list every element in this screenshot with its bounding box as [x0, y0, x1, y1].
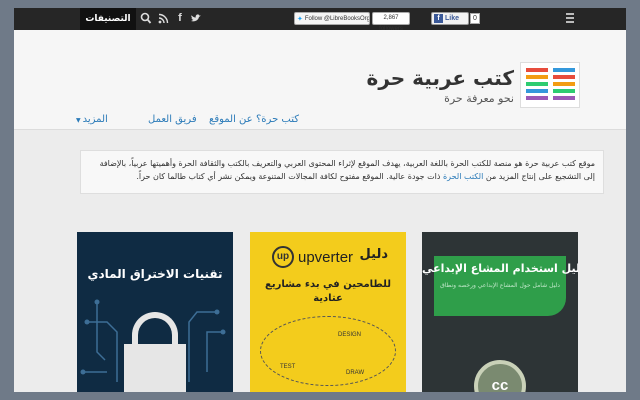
guide-label: دليل — [359, 247, 388, 262]
facebook-like-count: 0 — [470, 13, 480, 24]
twitter-bird-icon: ✦ — [297, 15, 303, 23]
site-header: كتب عربية حرة نحو معرفة حرة كتب حرة؟ عن … — [14, 30, 626, 130]
menu-icon[interactable] — [566, 13, 574, 24]
book-subtitle: دليل شامل حول المشاع الإبداعي ورخصه ونطا… — [440, 282, 560, 289]
browser-viewport: التصنيفات f ✦ Follow @LibreBooksOrg 2,86… — [14, 8, 626, 392]
nav-item-about[interactable]: عن الموقع — [209, 114, 253, 125]
intro-text-end: ذات جودة عالية. الموقع مفتوح لكافة المجا… — [136, 172, 443, 181]
process-sketch — [260, 316, 396, 386]
book-card-physical-hacking[interactable]: تقنيات الاختراق المادي — [77, 232, 233, 392]
twitter-follower-count: 2,867 followers — [372, 12, 410, 32]
free-books-link[interactable]: الكتب الحرة — [443, 172, 483, 181]
chevron-down-icon: ▼ — [76, 117, 81, 124]
upverter-logo: up upverter — [272, 246, 353, 268]
intro-notice: موقع كتب عربية حرة هو منصة للكتب الحرة ب… — [80, 150, 604, 194]
book-card-creative-commons[interactable]: دليل استخدام المشاع الإبداعي دليل شامل ح… — [422, 232, 578, 392]
creative-commons-icon: cc — [474, 360, 526, 392]
sketch-label: DESIGN — [338, 332, 362, 338]
nav-item-team[interactable]: فريق العمل — [148, 114, 197, 125]
nav-item-more-label: المزيد — [82, 114, 108, 125]
book-title: للطامحين في بدء مشاريع عتادية — [264, 279, 392, 304]
nav-item-free-books[interactable]: كتب حرة؟ — [256, 114, 299, 125]
twitter-follow-label: Follow @LibreBooksOrg — [304, 15, 370, 22]
facebook-icon[interactable]: f — [174, 12, 186, 25]
facebook-logo-icon: f — [434, 14, 443, 23]
rss-icon[interactable] — [157, 12, 169, 25]
book-title: دليل استخدام المشاع الإبداعي — [422, 262, 578, 275]
nav-item-more[interactable]: ▼ المزيد — [76, 114, 108, 125]
lock-body — [124, 344, 186, 392]
sketch-label: DRAW — [346, 370, 365, 376]
upverter-logo-icon: up — [272, 246, 294, 268]
book-title: تقنيات الاختراق المادي — [87, 267, 223, 281]
facebook-like-button[interactable]: f Like — [431, 12, 469, 25]
upverter-brand: upverter — [298, 248, 354, 266]
sketch-label: TEST — [280, 364, 296, 370]
twitter-icon[interactable] — [190, 12, 202, 25]
facebook-like-label: Like — [445, 15, 460, 22]
categories-button[interactable]: التصنيفات — [80, 8, 136, 30]
site-logo[interactable] — [520, 62, 580, 108]
book-card-upverter[interactable]: up upverter دليل للطامحين في بدء مشاريع … — [250, 232, 406, 392]
twitter-follow-button[interactable]: ✦ Follow @LibreBooksOrg — [294, 12, 370, 25]
site-title[interactable]: كتب عربية حرة — [354, 66, 514, 90]
main-nav: كتب حرة؟ عن الموقع فريق العمل ▼ المزيد — [14, 114, 626, 130]
top-bar: التصنيفات f ✦ Follow @LibreBooksOrg 2,86… — [14, 8, 626, 32]
site-tagline: نحو معرفة حرة — [444, 92, 514, 105]
search-icon[interactable] — [140, 12, 152, 25]
